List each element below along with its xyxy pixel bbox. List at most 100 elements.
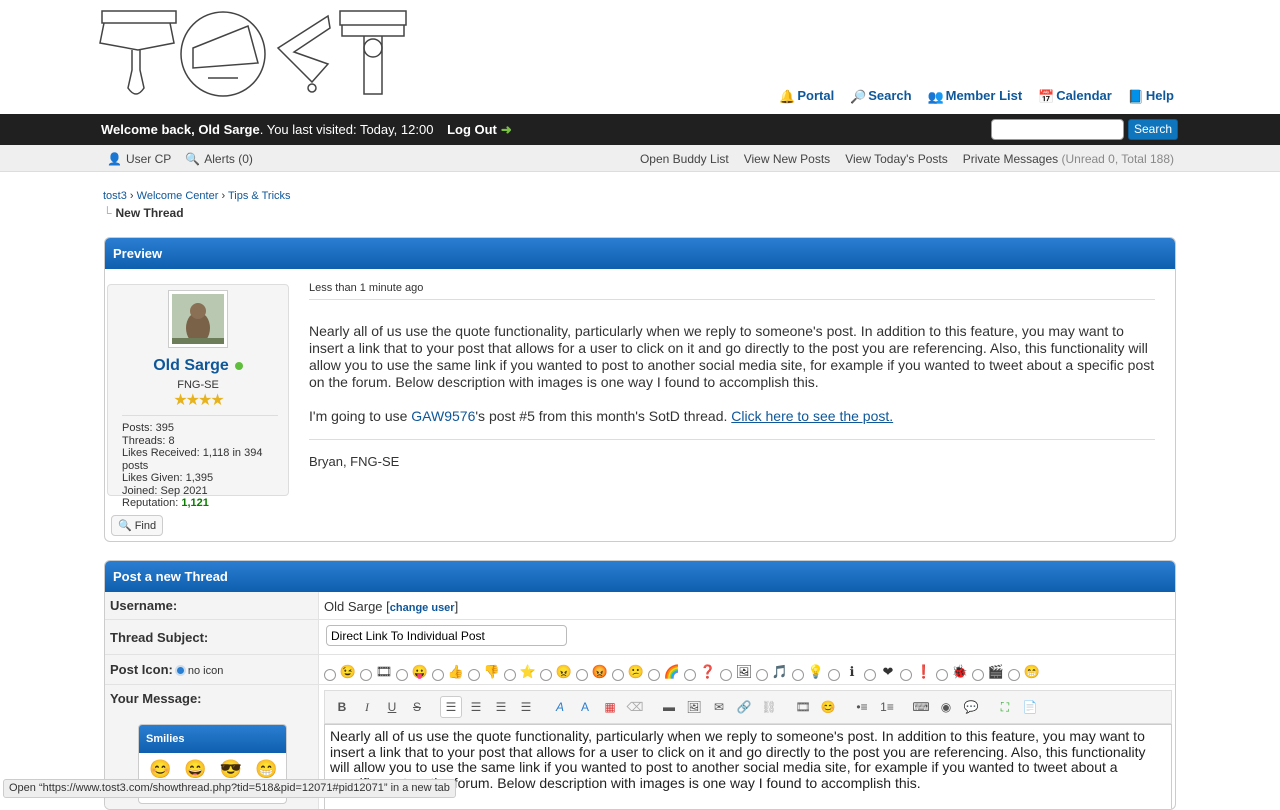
subject-input[interactable]: [326, 625, 567, 646]
color-button[interactable]: ▦: [599, 696, 621, 718]
buddy-list-link[interactable]: Open Buddy List: [640, 152, 729, 166]
post-icon-radio[interactable]: [1008, 668, 1020, 681]
online-indicator: [234, 361, 243, 370]
post-icon-radio[interactable]: [900, 668, 912, 681]
justify-button[interactable]: ☰: [515, 696, 537, 718]
bullet-list-button[interactable]: •≡: [851, 696, 873, 718]
maximize-button[interactable]: ⛶: [994, 696, 1016, 718]
breadcrumb-home[interactable]: tost3: [103, 190, 127, 202]
cool-icon[interactable]: 😎: [220, 759, 242, 780]
post-icon-radio[interactable]: [828, 668, 840, 681]
align-left-button[interactable]: ☰: [440, 696, 462, 718]
italic-button[interactable]: I: [356, 696, 378, 718]
underline-button[interactable]: U: [381, 696, 403, 718]
post-icon-8-icon: 😕: [627, 663, 645, 679]
change-user-link[interactable]: change user: [390, 602, 455, 614]
logout-link[interactable]: Log Out ➜: [447, 122, 512, 137]
post-icon-radio[interactable]: [936, 668, 948, 681]
post-icon-13-icon: 💡: [807, 663, 825, 679]
subject-label: Thread Subject:: [105, 620, 319, 654]
user-cp-link[interactable]: 👤 User CP: [107, 152, 171, 166]
private-messages-link[interactable]: Private Messages (Unread 0, Total 188): [963, 152, 1174, 166]
code-button[interactable]: ⌨: [910, 696, 932, 718]
search-input[interactable]: [991, 119, 1124, 140]
search-button[interactable]: Search: [1128, 119, 1178, 140]
alerts-icon: 🔍: [185, 152, 201, 166]
author-card: Old Sarge FNG-SE ★★★★ Posts: 395 Threads…: [107, 284, 289, 509]
search-link[interactable]: 🔎 Search: [850, 88, 911, 104]
post-link[interactable]: Click here to see the post.: [731, 408, 893, 424]
strikethrough-button[interactable]: S: [406, 696, 428, 718]
post-icon-radio[interactable]: [324, 668, 336, 681]
post-paragraph-2: I'm going to use GAW9576's post #5 from …: [309, 408, 1155, 440]
ordered-list-button[interactable]: 1≡: [876, 696, 898, 718]
calendar-link[interactable]: 📅 Calendar: [1038, 88, 1112, 104]
post-icon-radio[interactable]: [540, 668, 552, 681]
post-icon-radio[interactable]: [648, 668, 660, 681]
quote-button[interactable]: 💬: [960, 696, 982, 718]
unlink-button[interactable]: ⛓: [758, 696, 780, 718]
username-value: Old Sarge: [324, 599, 383, 614]
post-icon-4-icon: 👎: [483, 663, 501, 679]
post-icon-radio[interactable]: [756, 668, 768, 681]
horizontal-rule-button[interactable]: ▬: [658, 696, 680, 718]
bell-icon: 🔔: [779, 88, 796, 104]
post-icon-radio[interactable]: [684, 668, 696, 681]
mention-link[interactable]: GAW9576: [411, 408, 475, 424]
post-icon-radio[interactable]: [504, 668, 516, 681]
smilies-grid: 😊 😄 😎 😁: [139, 753, 286, 780]
member-list-link[interactable]: 👥 Member List: [928, 88, 1023, 104]
post-icon-17-icon: 🐞: [951, 663, 969, 679]
post-icon-radio[interactable]: [360, 668, 372, 681]
help-link[interactable]: 📘 Help: [1128, 88, 1174, 104]
big-grin-icon[interactable]: 😁: [255, 759, 277, 780]
post-icon-radio[interactable]: [396, 668, 408, 681]
bold-button[interactable]: B: [331, 696, 353, 718]
php-button[interactable]: ◉: [935, 696, 957, 718]
link-button[interactable]: 🔗: [733, 696, 755, 718]
post-icon-radio[interactable]: [468, 668, 480, 681]
post-icon-radio[interactable]: [792, 668, 804, 681]
todays-posts-link[interactable]: View Today's Posts: [845, 152, 948, 166]
find-button[interactable]: 🔍 Find: [111, 515, 164, 536]
breadcrumb-tips-tricks[interactable]: Tips & Tricks: [228, 190, 291, 202]
grin-icon[interactable]: 😄: [184, 759, 206, 780]
source-button[interactable]: 📄: [1019, 696, 1041, 718]
calendar-icon: 📅: [1038, 88, 1055, 104]
post-icon-radio[interactable]: [612, 668, 624, 681]
align-right-button[interactable]: ☰: [490, 696, 512, 718]
post-icon-16-icon: ❗: [915, 663, 933, 679]
post-icon-9-icon: 🌈: [663, 663, 681, 679]
username-link[interactable]: Old Sarge: [198, 122, 259, 137]
preview-panel: Preview Old Sarge FNG-SE ★★★★ Posts: 395…: [104, 237, 1176, 542]
new-posts-link[interactable]: View New Posts: [744, 152, 830, 166]
font-size-button[interactable]: A: [574, 696, 596, 718]
alerts-link[interactable]: 🔍 Alerts (0): [185, 152, 253, 166]
post-icon-0-icon: 😉: [339, 663, 357, 679]
align-center-button[interactable]: ☰: [465, 696, 487, 718]
site-logo[interactable]: [98, 8, 410, 100]
post-icon-radio[interactable]: [432, 668, 444, 681]
portal-link[interactable]: 🔔 Portal: [779, 88, 834, 104]
post-icon-radio[interactable]: [972, 668, 984, 681]
image-button[interactable]: 🖼: [683, 696, 705, 718]
post-icon-radio[interactable]: [864, 668, 876, 681]
breadcrumb-welcome-center[interactable]: Welcome Center: [137, 190, 219, 202]
browser-status-bar: Open “https://www.tost3.com/showthread.p…: [3, 779, 456, 798]
avatar[interactable]: [168, 290, 228, 348]
post-icon-10-icon: ❓: [699, 663, 717, 679]
video-button[interactable]: 🎞: [792, 696, 814, 718]
email-button[interactable]: ✉: [708, 696, 730, 718]
reputation-value[interactable]: 1,121: [181, 497, 209, 509]
font-button[interactable]: A: [549, 696, 571, 718]
post-icon-radio[interactable]: [720, 668, 732, 681]
remove-format-button[interactable]: ⌫: [624, 696, 646, 718]
post-icon-radio[interactable]: [576, 668, 588, 681]
no-icon-radio[interactable]: [174, 665, 186, 677]
author-name[interactable]: Old Sarge: [108, 357, 288, 375]
smile-icon[interactable]: 😊: [149, 759, 171, 780]
emoticon-button[interactable]: 😊: [817, 696, 839, 718]
post-time: Less than 1 minute ago: [309, 282, 1155, 300]
post-icon-2-icon: 😛: [411, 663, 429, 679]
top-links: 🔔 Portal 🔎 Search 👥 Member List 📅 Calend…: [779, 88, 1174, 104]
